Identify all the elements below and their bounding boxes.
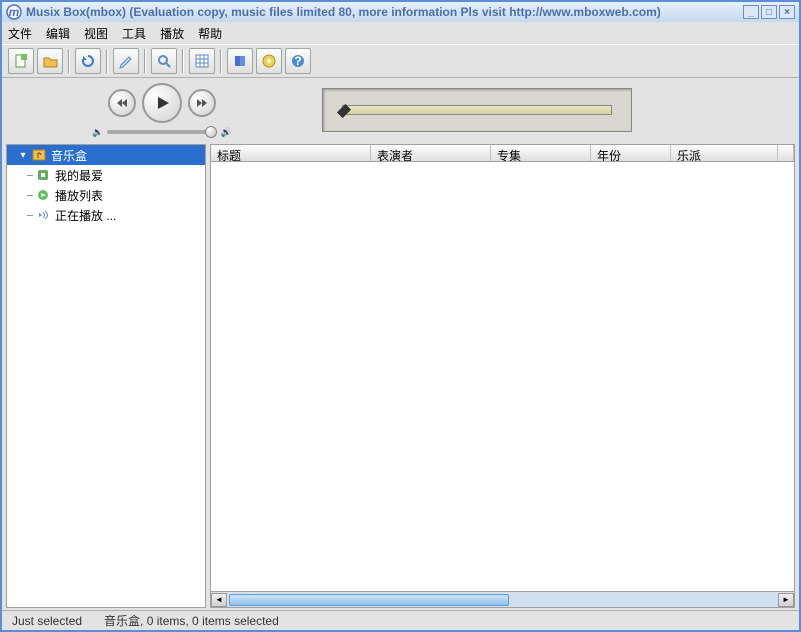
status-right: 音乐盒, 0 items, 0 items selected (98, 612, 285, 629)
previous-button[interactable] (108, 89, 136, 117)
grid-button[interactable] (189, 48, 215, 74)
statusbar: Just selected 音乐盒, 0 items, 0 items sele… (2, 610, 799, 630)
tree-item-favorites[interactable]: 我的最爱 (7, 165, 205, 185)
window-title: Musix Box(mbox) (Evaluation copy, music … (26, 5, 743, 19)
menu-help[interactable]: 帮助 (198, 25, 222, 42)
tree-item-label: 正在播放 ... (55, 207, 116, 224)
seek-bar[interactable] (342, 105, 612, 115)
menu-play[interactable]: 播放 (160, 25, 184, 42)
minimize-button[interactable]: _ (743, 5, 759, 19)
col-artist[interactable]: 表演者 (371, 145, 491, 161)
track-list-panel: 标题 表演者 专集 年份 乐派 ◄ ► (210, 144, 795, 608)
scroll-left-button[interactable]: ◄ (211, 593, 227, 607)
status-left: Just selected (6, 614, 88, 628)
refresh-button[interactable] (75, 48, 101, 74)
close-button[interactable]: × (779, 5, 795, 19)
main-content: ▾ 音乐盒 我的最爱 播放列表 正在播放 ... 标题 (2, 142, 799, 610)
scroll-right-button[interactable]: ► (778, 593, 794, 607)
now-playing-icon (35, 207, 51, 223)
toolbar-separator (106, 49, 108, 73)
track-list-body[interactable] (210, 162, 795, 592)
tree-branch-icon (27, 215, 33, 216)
seek-thumb[interactable] (337, 104, 351, 118)
svg-text:?: ? (294, 54, 301, 68)
open-folder-button[interactable] (37, 48, 63, 74)
tree-item-label: 我的最爱 (55, 167, 103, 184)
horizontal-scrollbar[interactable]: ◄ ► (210, 592, 795, 608)
col-title[interactable]: 标题 (211, 145, 371, 161)
app-icon: m (6, 4, 22, 20)
tree-item-playlist[interactable]: 播放列表 (7, 185, 205, 205)
book-button[interactable] (227, 48, 253, 74)
svg-text:m: m (9, 5, 20, 19)
volume-thumb[interactable] (205, 126, 217, 138)
library-tree[interactable]: ▾ 音乐盒 我的最爱 播放列表 正在播放 ... (6, 144, 206, 608)
new-file-button[interactable] (8, 48, 34, 74)
menu-edit[interactable]: 编辑 (46, 25, 70, 42)
toolbar-separator (220, 49, 222, 73)
tree-branch-icon (27, 175, 33, 176)
col-genre[interactable]: 乐派 (671, 145, 778, 161)
music-box-icon (31, 147, 47, 163)
favorite-icon (35, 167, 51, 183)
track-display (322, 88, 632, 132)
playback-controls: 🔈 🔊 (62, 83, 262, 138)
play-button[interactable] (142, 83, 182, 123)
tree-item-now-playing[interactable]: 正在播放 ... (7, 205, 205, 225)
toolbar-separator (182, 49, 184, 73)
toolbar-separator (68, 49, 70, 73)
column-headers: 标题 表演者 专集 年份 乐派 (210, 144, 795, 162)
maximize-button[interactable]: □ (761, 5, 777, 19)
edit-tag-button[interactable] (113, 48, 139, 74)
tree-branch-icon (27, 195, 33, 196)
playlist-icon (35, 187, 51, 203)
menu-tools[interactable]: 工具 (122, 25, 146, 42)
col-album[interactable]: 专集 (491, 145, 591, 161)
col-year[interactable]: 年份 (591, 145, 671, 161)
cd-button[interactable] (256, 48, 282, 74)
volume-slider[interactable]: 🔈 🔊 (92, 127, 232, 138)
tree-item-label: 播放列表 (55, 187, 103, 204)
help-button[interactable]: ? (285, 48, 311, 74)
toolbar: ? (2, 44, 799, 78)
search-button[interactable] (151, 48, 177, 74)
toolbar-separator (144, 49, 146, 73)
expand-toggle-icon[interactable]: ▾ (15, 150, 31, 161)
menu-file[interactable]: 文件 (8, 25, 32, 42)
menubar: 文件 编辑 视图 工具 播放 帮助 (2, 22, 799, 44)
player-area: 🔈 🔊 (2, 78, 799, 142)
scroll-thumb[interactable] (229, 594, 509, 606)
titlebar: m Musix Box(mbox) (Evaluation copy, musi… (2, 2, 799, 22)
tree-item-label: 音乐盒 (51, 147, 87, 164)
next-button[interactable] (188, 89, 216, 117)
volume-low-icon: 🔈 (92, 127, 103, 138)
menu-view[interactable]: 视图 (84, 25, 108, 42)
volume-high-icon: 🔊 (221, 127, 232, 138)
col-extra[interactable] (778, 145, 794, 161)
scroll-track[interactable] (227, 593, 778, 607)
window-controls: _ □ × (743, 5, 795, 19)
tree-item-music-box[interactable]: ▾ 音乐盒 (7, 145, 205, 165)
app-window: m Musix Box(mbox) (Evaluation copy, musi… (0, 0, 801, 632)
